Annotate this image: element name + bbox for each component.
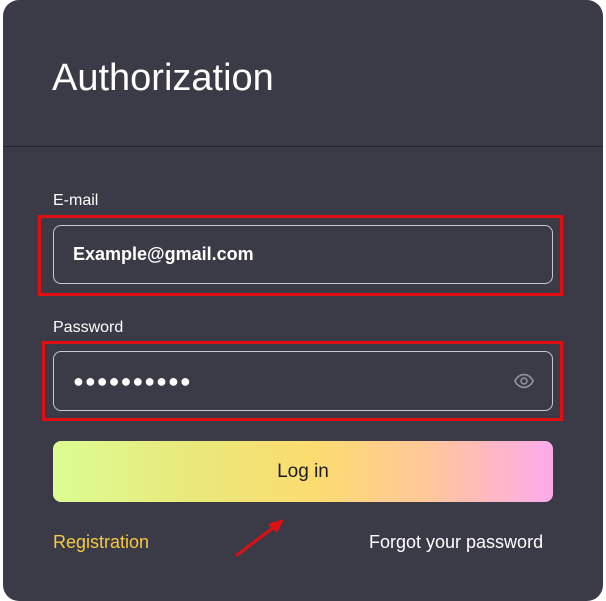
- authorization-card: Authorization E-mail Password Log in Reg…: [3, 0, 603, 601]
- email-label: E-mail: [53, 192, 99, 209]
- login-button[interactable]: Log in: [53, 441, 553, 502]
- header-divider: [3, 146, 603, 147]
- password-input[interactable]: [53, 351, 553, 411]
- email-input[interactable]: [53, 225, 553, 284]
- forgot-password-link[interactable]: Forgot your password: [369, 531, 543, 553]
- eye-icon[interactable]: [513, 370, 535, 392]
- password-label: Password: [53, 319, 124, 336]
- registration-link[interactable]: Registration: [53, 531, 149, 553]
- arrow-annotation-icon: [235, 519, 284, 557]
- page-title: Authorization: [52, 57, 274, 99]
